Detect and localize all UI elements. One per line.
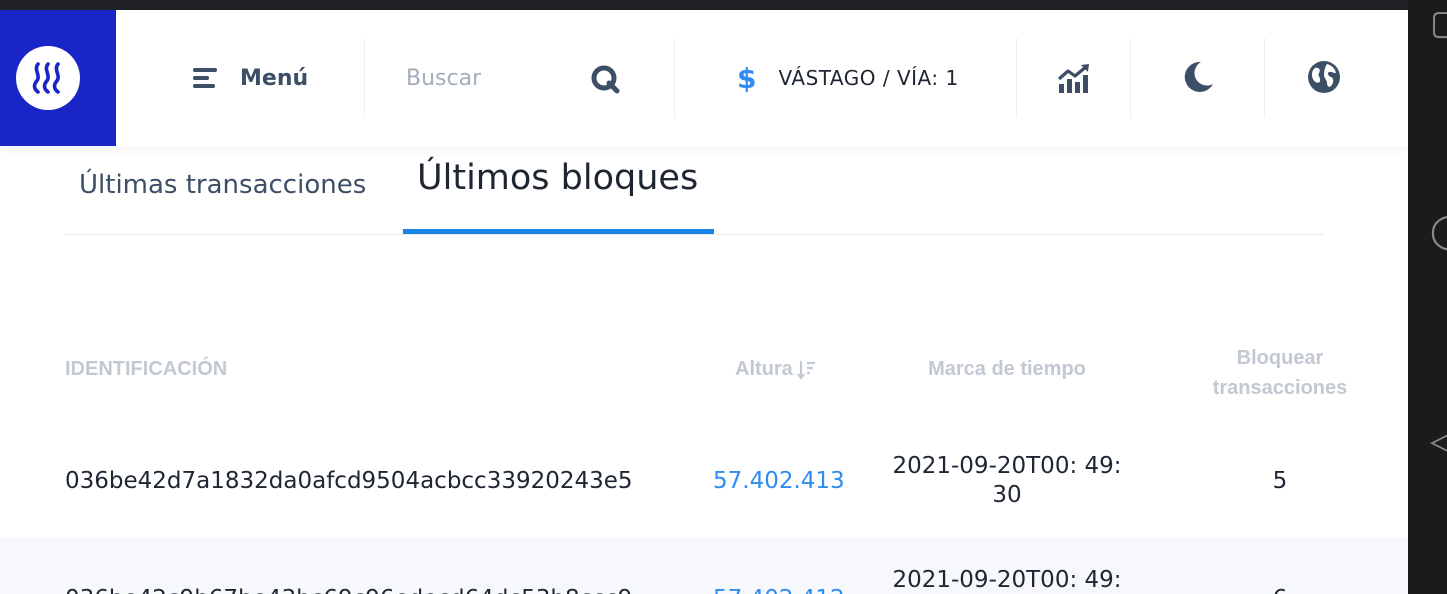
trending-chart-icon[interactable] bbox=[1057, 62, 1091, 94]
explorer-page: Menú $ VÁSTAGO / VÍA: 1 bbox=[0, 10, 1408, 594]
header-separator bbox=[674, 38, 675, 118]
tab-latest-blocks[interactable]: Últimos bloques bbox=[417, 158, 698, 198]
globe-icon[interactable] bbox=[1306, 59, 1342, 95]
menu-lines-icon bbox=[193, 68, 217, 88]
block-id: 036be42d7a1832da0afcd9504acbcc33920243e5 bbox=[65, 468, 633, 494]
back-triangle-icon[interactable]: ◁ bbox=[1430, 424, 1447, 458]
search-input[interactable] bbox=[406, 65, 581, 91]
column-header-transactions: Bloquear transacciones bbox=[1212, 347, 1348, 399]
moon-icon[interactable] bbox=[1181, 60, 1215, 94]
network-selector[interactable]: $ VÁSTAGO / VÍA: 1 bbox=[737, 54, 959, 102]
search-icon[interactable] bbox=[590, 64, 620, 94]
tab-latest-transactions[interactable]: Últimas transacciones bbox=[79, 170, 366, 200]
header-separator bbox=[1264, 38, 1265, 118]
column-header-timestamp: Marca de tiempo bbox=[928, 358, 1086, 380]
network-label: VÁSTAGO / VÍA: 1 bbox=[778, 66, 959, 90]
block-timestamp: 2021-09-20T00: 49: 30 bbox=[892, 453, 1122, 508]
right-side-panel: ▢ ◯ ◁ bbox=[1408, 0, 1447, 594]
square-icon[interactable]: ▢ bbox=[1430, 6, 1447, 40]
block-timestamp: 2021-09-20T00: 49: bbox=[892, 567, 1122, 593]
circle-icon[interactable]: ◯ bbox=[1430, 214, 1447, 248]
tabs-divider bbox=[64, 234, 1324, 235]
header-separator bbox=[364, 38, 365, 118]
block-height-link[interactable]: 57.402.412 bbox=[713, 586, 845, 594]
column-header-height[interactable]: Altura bbox=[735, 358, 817, 381]
search-box[interactable] bbox=[406, 54, 626, 102]
block-transactions: 6 bbox=[1195, 586, 1365, 594]
header-separator bbox=[1016, 38, 1017, 118]
table-row[interactable]: 036be42c9b67be43bc69c96edecd64dc53b8ccc9… bbox=[0, 538, 1408, 594]
column-header-height-label: Altura bbox=[735, 358, 793, 380]
block-height-link[interactable]: 57.402.413 bbox=[713, 468, 845, 494]
top-header: Menú $ VÁSTAGO / VÍA: 1 bbox=[0, 10, 1408, 146]
block-id: 036be42c9b67be43bc69c96edecd64dc53b8ccc9 bbox=[65, 586, 632, 594]
block-transactions: 5 bbox=[1272, 468, 1288, 494]
menu-label: Menú bbox=[240, 65, 309, 91]
menu-button[interactable]: Menú bbox=[192, 54, 308, 102]
table-row[interactable]: 036be42d7a1832da0afcd9504acbcc33920243e5… bbox=[0, 430, 1408, 538]
sort-descending-icon[interactable] bbox=[796, 359, 817, 381]
logo-box[interactable] bbox=[0, 10, 116, 146]
header-separator bbox=[1130, 38, 1131, 118]
column-header-id: IDENTIFICACIÓN bbox=[65, 358, 228, 380]
window-top-strip bbox=[0, 0, 1447, 10]
steem-logo-icon bbox=[16, 46, 80, 110]
dollar-icon: $ bbox=[737, 61, 757, 95]
